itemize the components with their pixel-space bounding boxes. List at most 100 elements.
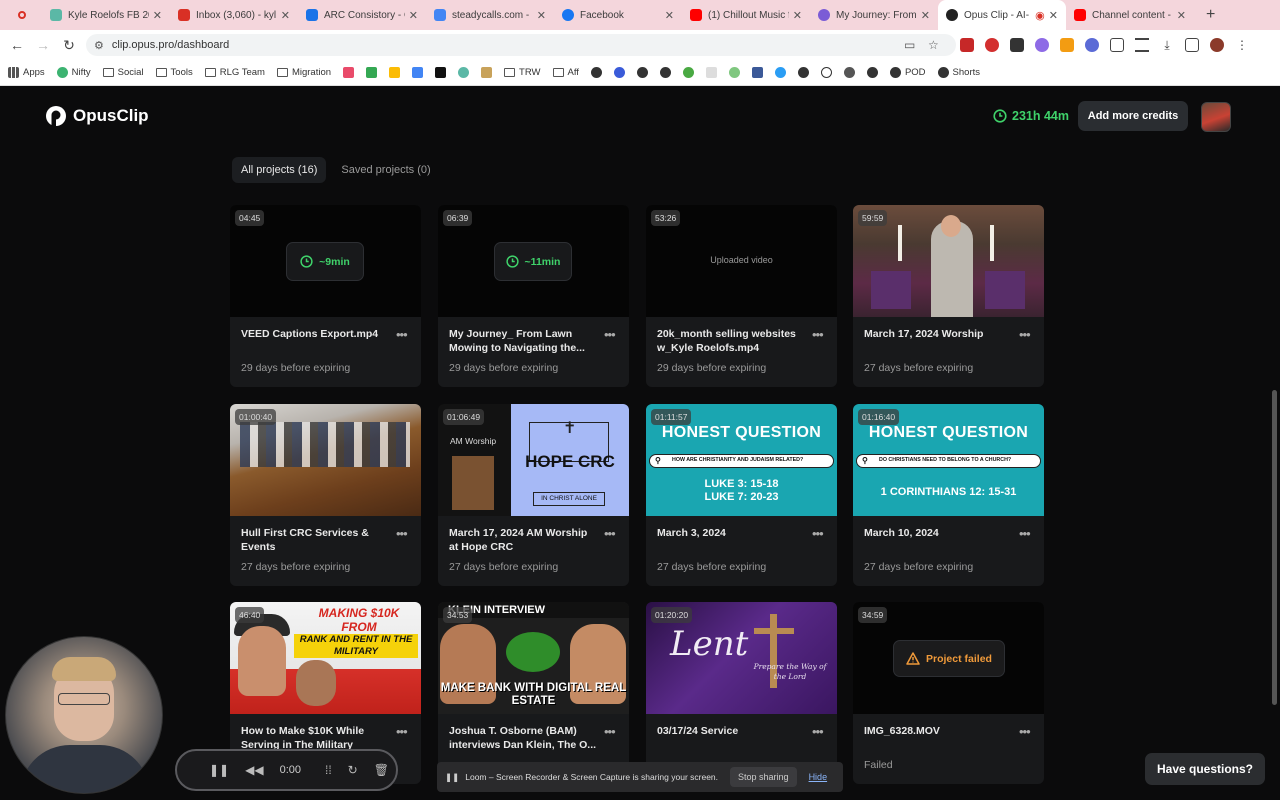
bookmark-icon[interactable]: [481, 67, 493, 78]
more-options-icon[interactable]: •••: [604, 327, 616, 342]
bookmark-folder-rlg-team[interactable]: RLG Team: [204, 67, 265, 78]
browser-tab[interactable]: My Journey: From L ✕: [810, 0, 938, 30]
more-options-icon[interactable]: •••: [1019, 724, 1031, 739]
reading-list-icon[interactable]: [1135, 38, 1149, 52]
forward-icon[interactable]: →: [32, 37, 54, 53]
project-thumbnail[interactable]: 53:26 Uploaded video: [646, 205, 837, 317]
project-thumbnail[interactable]: 01:00:40: [230, 404, 421, 516]
close-tab-icon[interactable]: ✕: [409, 9, 418, 22]
close-tab-icon[interactable]: ✕: [793, 9, 802, 22]
reload-icon[interactable]: ↻: [58, 37, 80, 54]
close-tab-icon[interactable]: ✕: [1049, 9, 1058, 22]
stop-sharing-button[interactable]: Stop sharing: [730, 767, 797, 787]
site-info-icon[interactable]: ⚙: [94, 39, 104, 52]
drag-handle-icon[interactable]: ❚❚: [445, 772, 459, 783]
bookmark-icon[interactable]: [435, 67, 447, 78]
project-card[interactable]: 01:16:40 HONEST QUESTION ⚲ DO CHRISTIANS …: [853, 404, 1044, 586]
bookmark-folder-trw[interactable]: TRW: [504, 67, 541, 78]
project-card[interactable]: 01:00:40 Hull First CRC Services & Event…: [230, 404, 421, 586]
project-thumbnail[interactable]: 06:39 ~11min: [438, 205, 629, 317]
bookmark-icon[interactable]: [774, 67, 786, 78]
project-thumbnail[interactable]: KLEIN INTERVIEW 34:53 MAKE BANK WITH DIG…: [438, 602, 629, 714]
project-thumbnail[interactable]: 59:59: [853, 205, 1044, 317]
bookmark-folder-tools[interactable]: Tools: [155, 67, 193, 78]
extension-icon[interactable]: [1035, 38, 1049, 52]
add-credits-button[interactable]: Add more credits: [1078, 101, 1188, 131]
browser-tab-active[interactable]: Opus Clip - AI- ◉ ✕: [938, 0, 1066, 30]
project-card[interactable]: 59:59 March 17, 2024 Worship ••• 27 days…: [853, 205, 1044, 387]
bookmark-icon[interactable]: [728, 67, 740, 78]
more-options-icon[interactable]: •••: [604, 724, 616, 739]
browser-tab[interactable]: Channel content - ✕: [1066, 0, 1194, 30]
browser-tab[interactable]: ARC Consistory - C ✕: [298, 0, 426, 30]
browser-tab[interactable]: Inbox (3,060) - kyl ✕: [170, 0, 298, 30]
project-thumbnail[interactable]: 01:16:40 HONEST QUESTION ⚲ DO CHRISTIANS …: [853, 404, 1044, 516]
rewind-icon[interactable]: ◀◀: [245, 763, 263, 777]
page-scrollbar[interactable]: [1272, 390, 1277, 705]
more-options-icon[interactable]: •••: [812, 724, 824, 739]
more-options-icon[interactable]: •••: [812, 327, 824, 342]
project-title[interactable]: Hull First CRC Services & Events: [241, 526, 391, 554]
bookmark-star-icon[interactable]: ☆: [928, 38, 939, 52]
project-title[interactable]: IMG_6328.MOV: [864, 724, 1014, 738]
project-thumbnail[interactable]: 01:20:20 Lent Prepare the Way of the Lor…: [646, 602, 837, 714]
bookmark-shorts[interactable]: Shorts: [937, 67, 980, 78]
pause-icon[interactable]: ❚❚: [209, 763, 229, 777]
opusclip-logo[interactable]: OpusClip: [45, 105, 149, 127]
browser-tab[interactable]: Facebook ✕: [554, 0, 682, 30]
loom-webcam-bubble[interactable]: [5, 636, 163, 794]
project-card[interactable]: 34:59 Project failed IMG_6328.MOV ••• Fa…: [853, 602, 1044, 784]
menu-kebab-icon[interactable]: ⋮: [1235, 38, 1249, 52]
profile-avatar[interactable]: [1210, 38, 1224, 52]
tab-saved-projects[interactable]: Saved projects (0): [332, 157, 439, 183]
extensions-puzzle-icon[interactable]: [1110, 38, 1124, 52]
project-title[interactable]: March 10, 2024: [864, 526, 1014, 540]
project-card[interactable]: 04:45 ~9min VEED Captions Export.mp4 •••…: [230, 205, 421, 387]
hide-bar-link[interactable]: Hide: [809, 772, 828, 782]
bookmark-icon[interactable]: [751, 67, 763, 78]
close-tab-icon[interactable]: ✕: [153, 9, 162, 22]
project-title[interactable]: VEED Captions Export.mp4: [241, 327, 391, 341]
project-thumbnail[interactable]: 34:59 Project failed: [853, 602, 1044, 714]
project-thumbnail[interactable]: 04:45 ~9min: [230, 205, 421, 317]
project-card[interactable]: 01:20:20 Lent Prepare the Way of the Lor…: [646, 602, 837, 784]
extension-icon[interactable]: [1085, 38, 1099, 52]
more-options-icon[interactable]: •••: [812, 526, 824, 541]
project-card[interactable]: 01:11:57 HONEST QUESTION ⚲ HOW ARE CHRIST…: [646, 404, 837, 586]
chatgpt-icon[interactable]: [458, 67, 470, 78]
project-title[interactable]: How to Make $10K While Serving in The Mi…: [241, 724, 391, 752]
user-avatar[interactable]: [1201, 102, 1231, 132]
extension-icon[interactable]: [985, 38, 999, 52]
bookmark-icon[interactable]: [613, 67, 625, 78]
project-title[interactable]: Joshua T. Osborne (BAM) interviews Dan K…: [449, 724, 599, 752]
project-card[interactable]: KLEIN INTERVIEW 34:53 MAKE BANK WITH DIG…: [438, 602, 629, 784]
project-card[interactable]: 01:06:49 AM Worship ✝ HOPE CRC IN CHRIST…: [438, 404, 629, 586]
bookmark-icon[interactable]: [820, 67, 832, 78]
restart-icon[interactable]: ↻: [348, 763, 358, 777]
project-thumbnail[interactable]: 46:40 MAKING $10K FROM RANK AND RENT IN …: [230, 602, 421, 714]
browser-tab[interactable]: Kyle Roelofs FB 20 ✕: [42, 0, 170, 30]
tab-all-projects[interactable]: All projects (16): [232, 157, 327, 183]
project-title[interactable]: March 17, 2024 Worship: [864, 327, 1014, 341]
bookmark-icon[interactable]: [843, 67, 855, 78]
download-icon[interactable]: ⤓: [1160, 38, 1174, 52]
side-panel-icon[interactable]: [1185, 38, 1199, 52]
project-title[interactable]: 03/17/24 Service: [657, 724, 807, 738]
project-card[interactable]: 53:26 Uploaded video 20k_month selling w…: [646, 205, 837, 387]
more-options-icon[interactable]: •••: [1019, 526, 1031, 541]
more-options-icon[interactable]: •••: [396, 724, 408, 739]
bookmark-icon[interactable]: [659, 67, 671, 78]
calendar-icon[interactable]: [412, 67, 424, 78]
metamask-icon[interactable]: [1060, 38, 1074, 52]
close-tab-icon[interactable]: ✕: [665, 9, 674, 22]
sheets-icon[interactable]: [366, 67, 378, 78]
bookmark-icon[interactable]: [705, 67, 717, 78]
close-tab-icon[interactable]: ✕: [281, 9, 290, 22]
extension-icon[interactable]: [960, 38, 974, 52]
bookmark-icon[interactable]: [682, 67, 694, 78]
project-title[interactable]: March 3, 2024: [657, 526, 807, 540]
bookmark-pod[interactable]: POD: [889, 67, 926, 78]
bookmark-icon[interactable]: [343, 67, 355, 78]
project-thumbnail[interactable]: 01:06:49 AM Worship ✝ HOPE CRC IN CHRIST…: [438, 404, 629, 516]
browser-tab[interactable]: (1) Chillout Music f ✕: [682, 0, 810, 30]
